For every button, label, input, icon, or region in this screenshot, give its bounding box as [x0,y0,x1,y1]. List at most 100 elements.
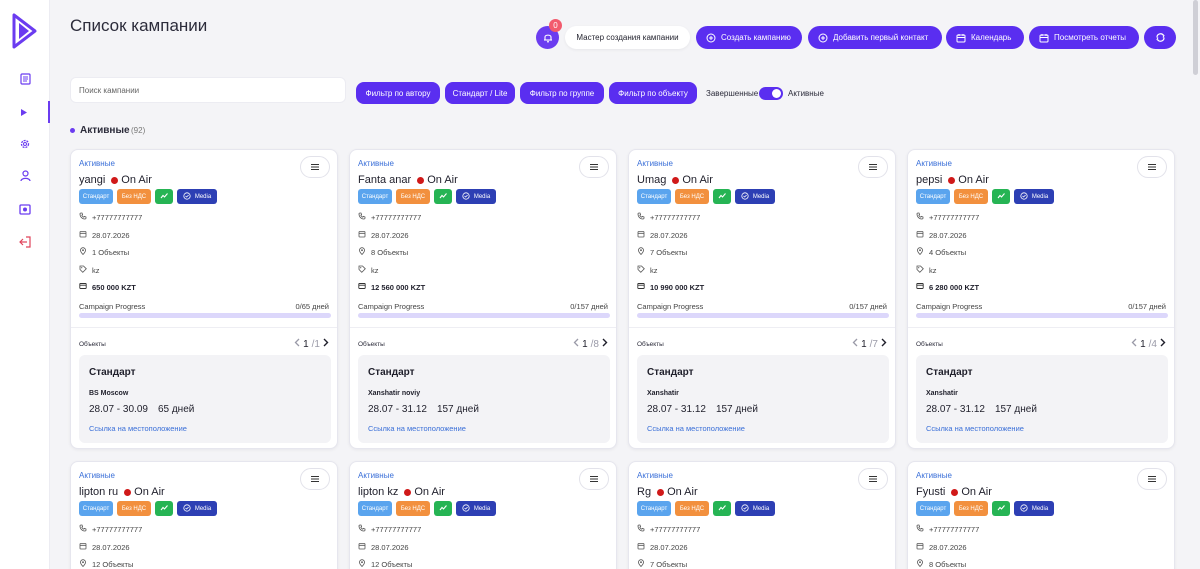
objects-pager: 1/4 [1131,338,1166,350]
object-details: Стандарт Xanshatir 28.07 - 31.12 157 дней Сс… [916,355,1168,443]
campaign-name: yangi [79,174,106,186]
view-reports-label: Посмотреть отчеты [1054,33,1127,42]
phone-value: +77777777777 [650,524,701,534]
card-menu-button[interactable] [579,156,609,178]
tag-icon [916,265,924,275]
live-dot-icon [948,176,956,184]
filter-group-button[interactable]: Фильтр по группе [520,82,604,104]
pager-total: /7 [869,338,878,350]
live-dot-icon [672,176,680,184]
badge-no-vat: Без НДС [675,501,709,516]
nav-media-icon[interactable] [0,198,50,220]
next-object-button[interactable] [323,338,329,350]
prev-object-button[interactable] [294,338,300,350]
object-details: Стандарт BS Moscow 28.07 - 30.09 65 дней Ссы… [79,355,331,443]
phone-value: +77777777777 [371,524,422,534]
badge-standard: Стандарт [79,501,113,516]
card-menu-button[interactable] [300,468,330,490]
campaign-tag: kz [358,265,379,275]
chevron-right-icon [1160,338,1166,350]
search-input[interactable] [70,77,346,103]
campaign-card[interactable]: Активные Fanta anar On Air Стандарт Без НДС M… [349,149,617,449]
campaign-card[interactable]: Активные Rg On Air Стандарт Без НДС Media +777… [628,461,896,569]
badge-no-vat: Без НДС [396,189,430,204]
next-object-button[interactable] [602,338,608,350]
calendar-icon [79,230,87,240]
location-link[interactable]: Ссылка на местоположение [926,424,1024,433]
media-check-icon [462,503,470,514]
campaign-badges: Стандарт Без НДС Media [637,189,775,204]
card-menu-button[interactable] [858,156,888,178]
object-type: Стандарт [926,367,973,378]
phone-icon [637,524,645,534]
date-value: 28.07.2026 [92,230,130,240]
badge-media-label: Media [1031,505,1049,512]
nav-user-icon[interactable] [0,165,50,187]
campaign-name: Umag [637,174,667,186]
card-divider [629,327,895,328]
date-value: 28.07.2026 [371,542,409,552]
campaign-card[interactable]: Активные pepsi On Air Стандарт Без НДС Media +… [907,149,1175,449]
card-divider [71,327,337,328]
campaign-budget: 10 990 000 KZT [637,282,704,292]
card-menu-button[interactable] [579,468,609,490]
card-menu-button[interactable] [858,468,888,490]
app-logo[interactable] [10,12,38,50]
location-link[interactable]: Ссылка на местоположение [89,424,187,433]
on-air-indicator: On Air [951,486,992,498]
card-menu-button[interactable] [1137,156,1167,178]
tag-value: kz [371,265,379,275]
add-first-contact-label: Добавить первый контакт [833,33,929,42]
campaign-name: Fyusti [916,486,946,498]
filter-object-button[interactable]: Фильтр по объекту [609,82,697,104]
on-air-label: On Air [121,174,152,186]
calendar-button[interactable]: Календарь [946,26,1024,49]
calendar-icon [916,230,924,240]
nav-logout-icon[interactable] [0,231,50,253]
badge-media: Media [456,501,496,516]
card-menu-button[interactable] [300,156,330,178]
next-object-button[interactable] [881,338,887,350]
campaign-card[interactable]: Активные lipton ru On Air Стандарт Без НДС Me… [70,461,338,569]
next-object-button[interactable] [1160,338,1166,350]
object-period: 28.07 - 31.12 157 дней [368,404,479,415]
nav-play-icon[interactable] [0,101,50,123]
refresh-button[interactable] [1144,26,1176,49]
campaign-objects-count: 1 Объекты [79,247,129,257]
notifications-count-badge: 0 [549,19,562,32]
on-air-label: On Air [427,174,458,186]
badge-standard: Стандарт [916,189,950,204]
prev-object-button[interactable] [852,338,858,350]
add-first-contact-button[interactable]: Добавить первый контакт [808,26,942,49]
campaign-phone: +77777777777 [79,524,142,534]
page-scrollbar[interactable] [1193,0,1198,75]
wizard-button[interactable]: Мастер создания кампании [565,26,690,49]
campaign-status: Активные [637,471,673,480]
campaign-card[interactable]: Активные yangi On Air Стандарт Без НДС Media +… [70,149,338,449]
view-reports-button[interactable]: Посмотреть отчеты [1029,26,1139,49]
prev-object-button[interactable] [573,338,579,350]
campaign-card[interactable]: Активные lipton kz On Air Стандарт Без НДС Me… [349,461,617,569]
object-period: 28.07 - 30.09 65 дней [89,404,194,415]
prev-object-button[interactable] [1131,338,1137,350]
active-completed-toggle[interactable] [759,87,783,100]
campaign-card[interactable]: Активные Fyusti On Air Стандарт Без НДС Media… [907,461,1175,569]
campaign-tag: kz [637,265,658,275]
object-details: Стандарт Xanshatir noviy 28.07 - 31.12 157 … [358,355,610,443]
calendar-icon [637,230,645,240]
campaign-title-row: Umag On Air [637,174,713,186]
create-campaign-button[interactable]: Создать кампанию [696,26,802,49]
nav-campaigns-list-icon[interactable] [0,68,50,90]
card-menu-button[interactable] [1137,468,1167,490]
filter-author-button[interactable]: Фильтр по автору [356,82,440,104]
filter-standard-lite-button[interactable]: Стандарт / Lite [445,82,515,104]
location-link[interactable]: Ссылка на местоположение [647,424,745,433]
campaign-objects-count: 4 Объекты [916,247,966,257]
badge-media-label: Media [473,505,491,512]
phone-icon [79,212,87,222]
objects-pager: 1/1 [294,338,329,350]
location-link[interactable]: Ссылка на местоположение [368,424,466,433]
campaign-card[interactable]: Активные Umag On Air Стандарт Без НДС Media +7… [628,149,896,449]
nav-settings-icon[interactable] [0,133,50,155]
pager-total: /4 [1148,338,1157,350]
